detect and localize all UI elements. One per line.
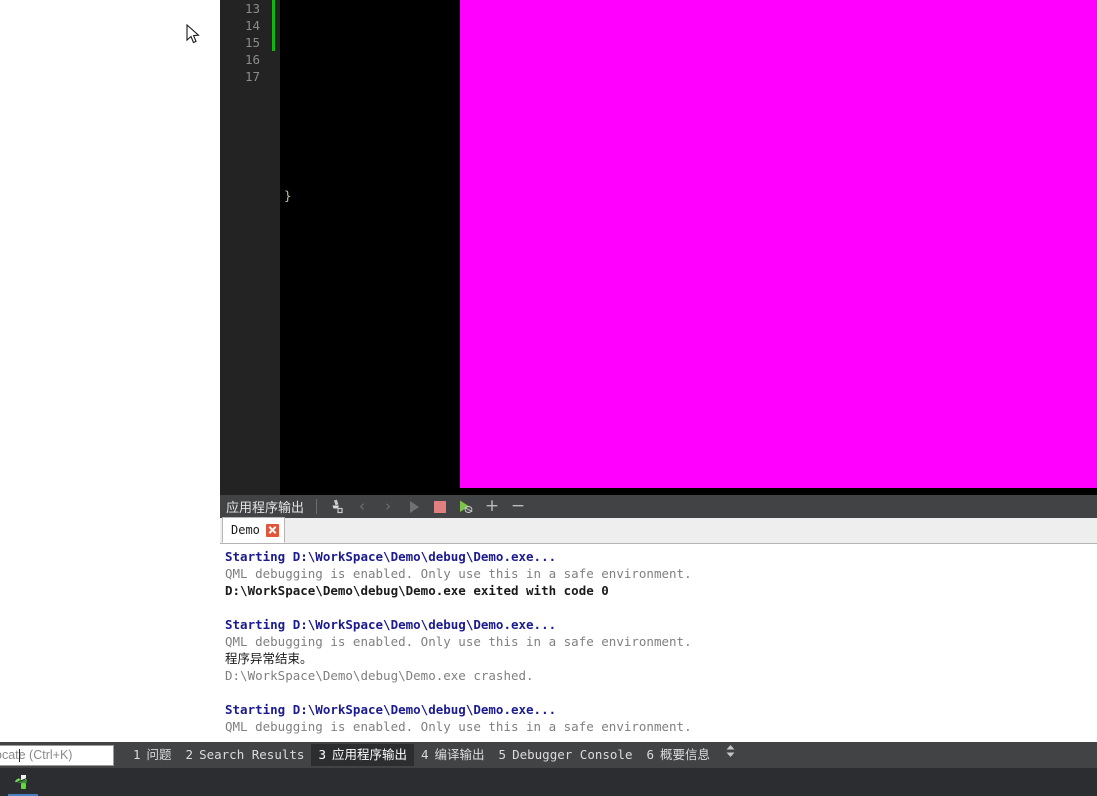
status-tab-number: 5 bbox=[498, 747, 507, 762]
output-console[interactable]: Starting D:\WorkSpace\Demo\debug\Demo.ex… bbox=[220, 544, 1097, 747]
output-tab-demo[interactable]: Demo bbox=[222, 517, 285, 543]
status-tab-label: Debugger Console bbox=[512, 747, 633, 762]
zoom-in-icon[interactable]: + bbox=[481, 497, 503, 517]
code-editor[interactable]: 13 14 15 16 17 } bbox=[220, 0, 1097, 495]
chevron-left-icon: ‹ bbox=[359, 497, 366, 515]
line-number: 13 bbox=[244, 1, 260, 16]
run-icon[interactable] bbox=[403, 497, 425, 517]
status-tab-label: Search Results bbox=[199, 747, 305, 762]
toolbar-separator bbox=[316, 499, 318, 514]
console-line: QML debugging is enabled. Only use this … bbox=[225, 719, 692, 734]
line-number: 17 bbox=[244, 69, 260, 84]
output-tab-label: Demo bbox=[231, 523, 260, 537]
status-tab-number: 1 bbox=[133, 747, 141, 762]
text-caret bbox=[19, 748, 20, 762]
locate-input[interactable]: ocate (Ctrl+K) bbox=[0, 744, 114, 766]
demo-qml-window[interactable] bbox=[460, 0, 1097, 488]
output-pane-header: 应用程序输出 ‹ › + − bbox=[220, 495, 1097, 518]
code-text-column[interactable]: } bbox=[284, 0, 329, 289]
minus-glyph: − bbox=[510, 496, 526, 516]
console-line: Starting D:\WorkSpace\Demo\debug\Demo.ex… bbox=[225, 549, 557, 564]
locate-placeholder: ocate (Ctrl+K) bbox=[0, 748, 73, 762]
editor-gutter: 13 14 15 16 17 bbox=[220, 0, 280, 495]
console-line: Starting D:\WorkSpace\Demo\debug\Demo.ex… bbox=[225, 617, 557, 632]
status-tab-label: 应用程序输出 bbox=[331, 747, 407, 762]
console-line: QML debugging is enabled. Only use this … bbox=[225, 634, 692, 649]
status-tab-issues[interactable]: 1 问题 bbox=[126, 744, 179, 766]
application-output-pane: 应用程序输出 ‹ › + − Demo Starting D:\WorkSpac… bbox=[220, 495, 1097, 747]
previous-item-icon[interactable]: ‹ bbox=[351, 497, 373, 517]
zoom-out-icon[interactable]: − bbox=[507, 497, 529, 517]
os-taskbar: @51CTO博客 bbox=[0, 768, 1097, 796]
output-pane-title: 应用程序输出 bbox=[226, 500, 305, 515]
app-root: 13 14 15 16 17 } 应用程序输出 ‹ › + − Demo Sta… bbox=[0, 0, 1097, 796]
status-tab-number: 3 bbox=[318, 747, 326, 762]
status-tab-compile-output[interactable]: 4 编译输出 bbox=[414, 744, 492, 766]
chevron-right-icon: › bbox=[385, 497, 392, 515]
status-tab-search-results[interactable]: 2 Search Results bbox=[179, 744, 312, 766]
line-number: 16 bbox=[244, 52, 260, 67]
unsaved-change-marker bbox=[272, 0, 275, 51]
output-tab-bar: Demo bbox=[220, 517, 1097, 544]
console-line: D:\WorkSpace\Demo\debug\Demo.exe crashed… bbox=[225, 668, 534, 683]
line-number-column: 13 14 15 16 17 bbox=[220, 0, 266, 85]
debug-icon[interactable] bbox=[455, 497, 477, 517]
expand-collapse-icon[interactable] bbox=[717, 744, 744, 766]
line-number: 15 bbox=[244, 35, 260, 50]
next-item-icon[interactable]: › bbox=[377, 497, 399, 517]
status-tab-number: 4 bbox=[420, 747, 429, 762]
status-tab-debugger-console[interactable]: 5 Debugger Console bbox=[492, 744, 640, 766]
console-line: QML debugging is enabled. Only use this … bbox=[225, 566, 692, 581]
status-tab-label: 概要信息 bbox=[660, 747, 711, 762]
status-tab-label: 编译输出 bbox=[434, 747, 485, 762]
close-icon[interactable] bbox=[265, 523, 279, 537]
left-white-panel bbox=[0, 0, 220, 742]
mouse-cursor-icon bbox=[186, 24, 200, 44]
plus-glyph: + bbox=[484, 496, 500, 516]
output-pane-selector: 1 问题 2 Search Results 3 应用程序输出 4 编译输出 5 … bbox=[126, 744, 744, 766]
stop-square-icon bbox=[434, 500, 447, 513]
console-line: D:\WorkSpace\Demo\debug\Demo.exe exited … bbox=[225, 583, 609, 598]
status-tab-number: 2 bbox=[185, 747, 194, 762]
console-line: 程序异常结束。 bbox=[225, 651, 313, 666]
status-tab-general-messages[interactable]: 6 概要信息 bbox=[639, 744, 717, 766]
code-line: } bbox=[284, 188, 292, 203]
console-line: Starting D:\WorkSpace\Demo\debug\Demo.ex… bbox=[225, 702, 557, 717]
status-bar: ocate (Ctrl+K) 1 问题 2 Search Results 3 应… bbox=[0, 742, 1097, 768]
qt-creator-taskbar-icon[interactable] bbox=[12, 772, 34, 792]
status-tab-application-output[interactable]: 3 应用程序输出 bbox=[311, 744, 414, 766]
clear-output-icon[interactable] bbox=[325, 497, 347, 517]
play-triangle-icon bbox=[409, 500, 419, 513]
stop-icon[interactable] bbox=[429, 497, 451, 517]
line-number: 14 bbox=[244, 18, 260, 33]
status-tab-label: 问题 bbox=[146, 747, 172, 762]
status-tab-number: 6 bbox=[646, 747, 655, 762]
